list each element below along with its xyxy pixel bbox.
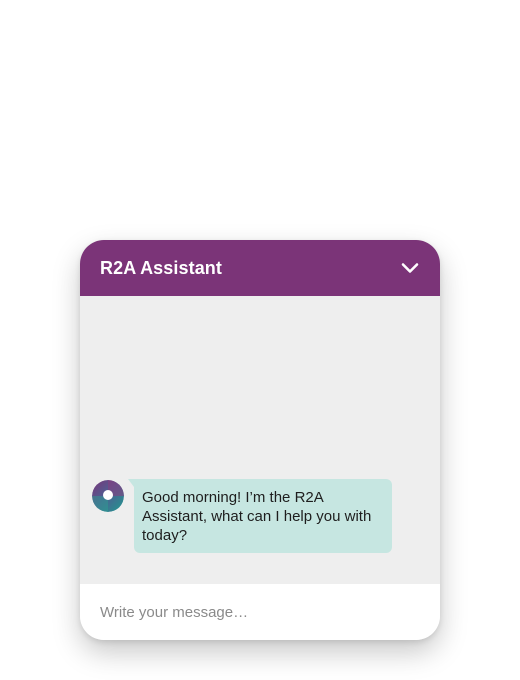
chat-header: R2A Assistant xyxy=(80,240,440,296)
assistant-message: Good morning! I’m the R2A Assistant, wha… xyxy=(92,479,392,553)
assistant-logo-icon xyxy=(92,480,124,512)
message-input[interactable] xyxy=(100,603,420,621)
assistant-avatar xyxy=(92,480,124,512)
message-list: Good morning! I’m the R2A Assistant, wha… xyxy=(80,296,440,584)
chat-widget: R2A Assistant Good morning! I’m the R2A … xyxy=(80,240,440,640)
chat-title: R2A Assistant xyxy=(100,257,223,278)
collapse-button[interactable] xyxy=(396,254,424,282)
message-bubble: Good morning! I’m the R2A Assistant, wha… xyxy=(128,479,392,553)
chevron-down-icon xyxy=(401,263,419,273)
chat-input-area xyxy=(80,584,440,640)
